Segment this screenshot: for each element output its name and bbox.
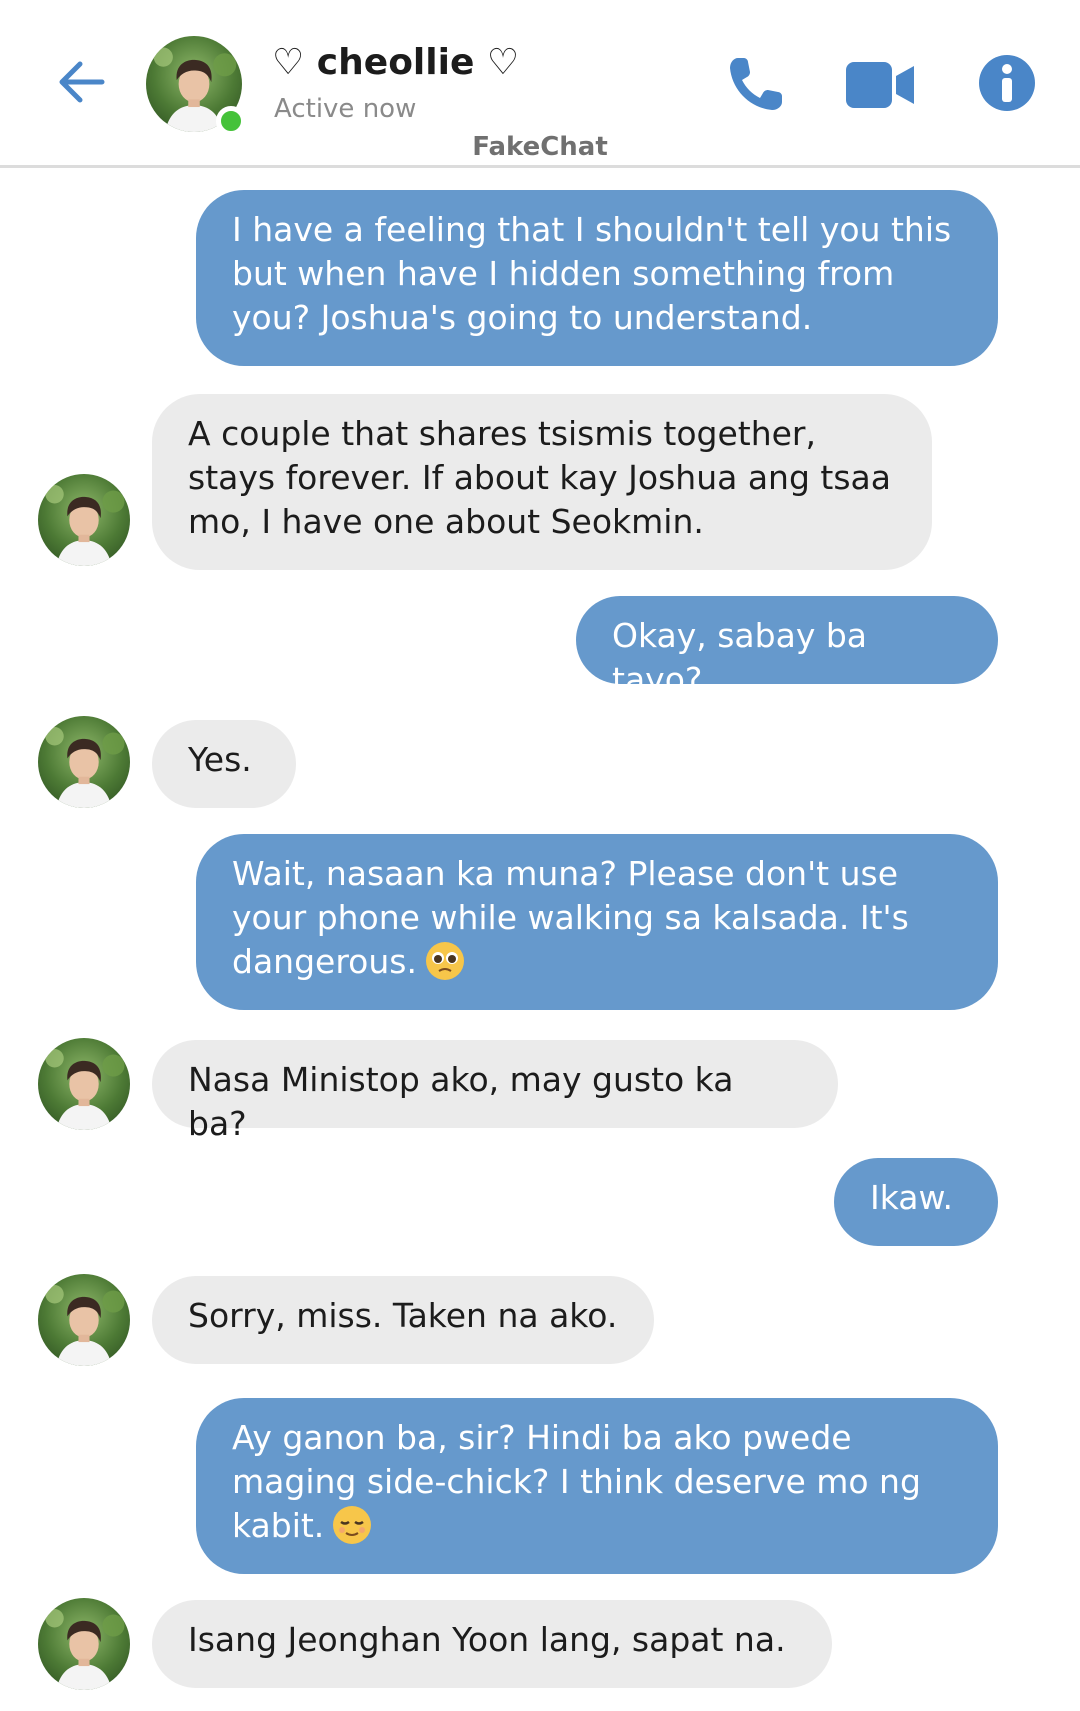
incoming-message[interactable]: Yes.	[152, 720, 296, 808]
outgoing-message[interactable]: Okay, sabay ba tayo?	[576, 596, 998, 699]
sender-avatar[interactable]	[38, 1274, 130, 1366]
contact-name[interactable]: ♡ cheollie ♡	[272, 42, 519, 83]
incoming-message[interactable]: Isang Jeonghan Yoon lang, sapat na.	[152, 1600, 832, 1688]
incoming-message[interactable]: A couple that shares tsismis together, s…	[152, 394, 932, 570]
pleading-face-emoji	[425, 942, 464, 980]
outgoing-message[interactable]: I have a feeling that I shouldn't tell y…	[196, 190, 998, 366]
message-text: Isang Jeonghan Yoon lang, sapat na.	[188, 1620, 786, 1659]
message-list[interactable]: I have a feeling that I shouldn't tell y…	[0, 168, 1080, 1711]
back-arrow-icon[interactable]	[52, 52, 112, 112]
outgoing-message[interactable]: Ikaw.	[834, 1158, 998, 1246]
outgoing-message[interactable]: Wait, nasaan ka muna? Please don't use y…	[196, 834, 998, 1010]
phone-icon[interactable]	[724, 52, 788, 116]
message-text: Yes.	[188, 740, 252, 779]
message-text: Nasa Ministop ako, may gusto ka ba?	[188, 1060, 734, 1143]
message-text: A couple that shares tsismis together, s…	[188, 414, 891, 541]
message-text: Ikaw.	[870, 1178, 953, 1217]
app-label: FakeChat	[472, 132, 608, 162]
sender-avatar[interactable]	[38, 474, 130, 566]
incoming-message[interactable]: Sorry, miss. Taken na ako.	[152, 1276, 654, 1364]
message-text: Wait, nasaan ka muna? Please don't use y…	[232, 854, 909, 981]
sender-avatar[interactable]	[38, 1598, 130, 1690]
incoming-message[interactable]: Nasa Ministop ako, may gusto ka ba?	[152, 1040, 838, 1143]
relieved-face-emoji	[333, 1506, 372, 1544]
message-text: Okay, sabay ba tayo?	[612, 616, 868, 699]
video-camera-icon[interactable]	[844, 58, 916, 112]
sender-avatar[interactable]	[38, 716, 130, 808]
sender-avatar[interactable]	[38, 1038, 130, 1130]
contact-avatar[interactable]	[146, 36, 246, 136]
outgoing-message[interactable]: Ay ganon ba, sir? Hindi ba ako pwede mag…	[196, 1398, 998, 1574]
message-text: Sorry, miss. Taken na ako.	[188, 1296, 618, 1335]
contact-status: Active now	[274, 94, 417, 124]
info-icon[interactable]	[978, 54, 1036, 112]
message-text: I have a feeling that I shouldn't tell y…	[232, 210, 952, 337]
chat-header: ♡ cheollie ♡ Active now FakeChat	[0, 0, 1080, 168]
